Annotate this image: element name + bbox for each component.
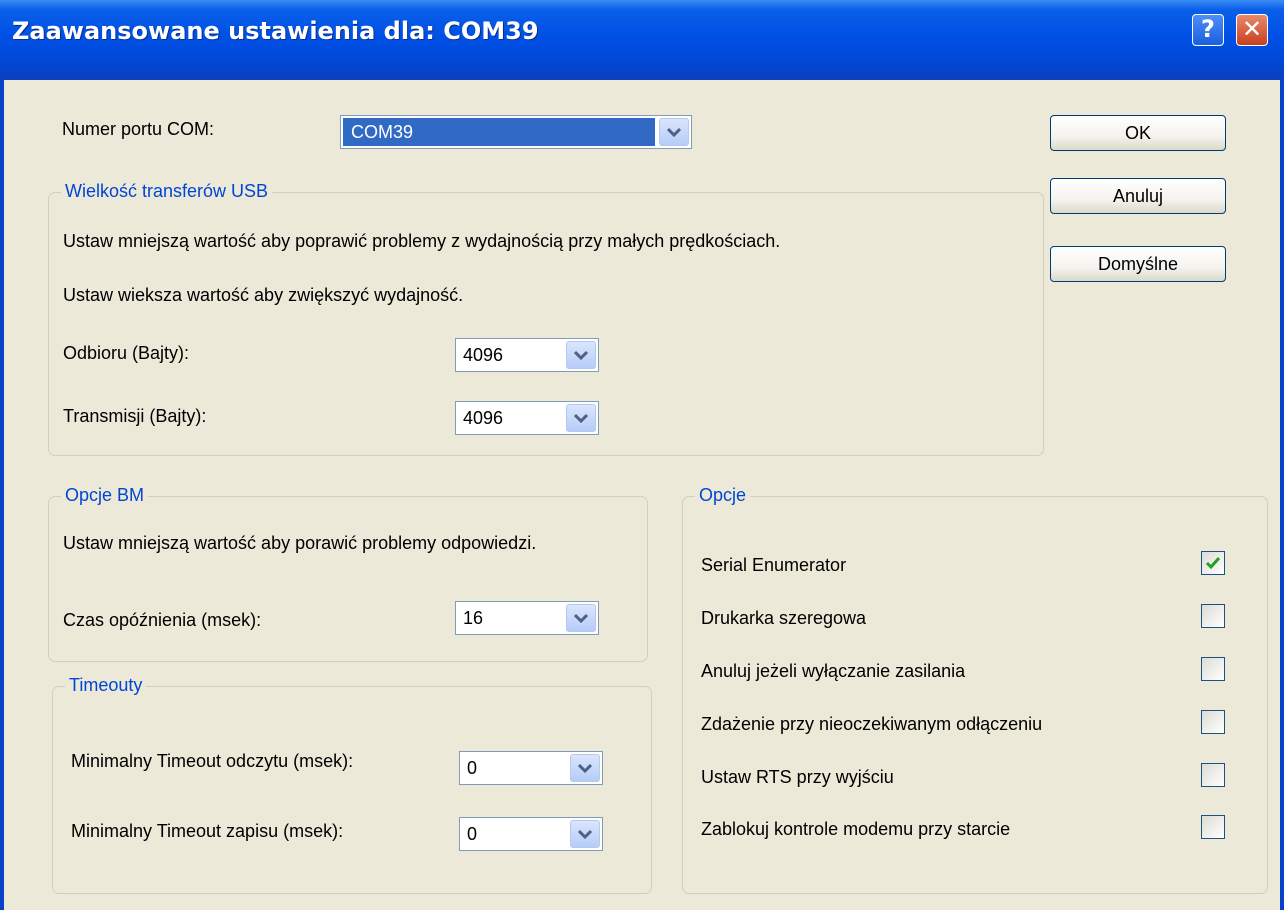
receive-bytes-value: 4096 xyxy=(463,345,504,365)
timeouts-group-title: Timeouty xyxy=(65,675,147,696)
receive-bytes-label: Odbioru (Bajty): xyxy=(63,343,190,363)
option-label-serial-enumerator: Serial Enumerator xyxy=(701,555,847,575)
read-timeout-select[interactable]: 0 xyxy=(459,751,603,785)
chevron-down-icon[interactable] xyxy=(570,754,600,782)
option-label-cancel-on-power-off: Anuluj jeżeli wyłączanie zasilania xyxy=(701,661,966,681)
read-timeout-value: 0 xyxy=(467,758,478,778)
write-timeout-select[interactable]: 0 xyxy=(459,817,603,851)
chevron-down-icon[interactable] xyxy=(659,118,689,146)
option-label-rts-on-close: Ustaw RTS przy wyjściu xyxy=(701,767,894,787)
options-group-title: Opcje xyxy=(695,485,751,506)
help-button[interactable]: ? xyxy=(1192,14,1224,46)
cancel-button[interactable]: Anuluj xyxy=(1050,178,1226,214)
close-button[interactable]: ✕ xyxy=(1236,14,1268,46)
latency-label: Czas opóźnienia (msek): xyxy=(63,610,262,630)
option-label-serial-printer: Drukarka szeregowa xyxy=(701,608,867,628)
chevron-down-icon[interactable] xyxy=(570,820,600,848)
title-bar[interactable]: Zaawansowane ustawienia dla: COM39 ? ✕ xyxy=(0,0,1284,80)
options-group: Opcje Serial Enumerator Drukarka szerego… xyxy=(682,485,1268,894)
latency-select[interactable]: 16 xyxy=(455,601,599,635)
timeouts-group: Timeouty Minimalny Timeout odczytu (msek… xyxy=(52,675,652,894)
latency-value: 16 xyxy=(463,608,484,628)
close-icon: ✕ xyxy=(1241,15,1263,43)
chevron-down-icon[interactable] xyxy=(566,604,596,632)
dialog-window: Zaawansowane ustawienia dla: COM39 ? ✕ N… xyxy=(0,0,1284,910)
usb-hint-larger: Ustaw wieksza wartość aby zwiększyć wyda… xyxy=(63,285,464,305)
receive-bytes-select[interactable]: 4096 xyxy=(455,338,599,372)
checkbox-surprise-removal[interactable] xyxy=(1201,710,1225,734)
com-port-value: COM39 xyxy=(343,118,655,146)
bm-options-group: Opcje BM Ustaw mniejszą wartość aby pora… xyxy=(48,485,648,662)
transmit-bytes-label: Transmisji (Bajty): xyxy=(63,406,207,426)
checkbox-cancel-on-power-off[interactable] xyxy=(1201,657,1225,681)
usb-group-title: Wielkość transferów USB xyxy=(61,181,273,202)
transmit-bytes-select[interactable]: 4096 xyxy=(455,401,599,435)
help-icon: ? xyxy=(1201,15,1215,43)
dialog-client-area: Numer portu COM: COM39 OK Anuluj Domyśln… xyxy=(4,80,1280,910)
checkbox-rts-on-close[interactable] xyxy=(1201,763,1225,787)
bm-hint: Ustaw mniejszą wartość aby porawić probl… xyxy=(63,533,537,553)
chevron-down-icon[interactable] xyxy=(566,341,596,369)
usb-hint-smaller: Ustaw mniejszą wartość aby poprawić prob… xyxy=(63,231,781,251)
write-timeout-label: Minimalny Timeout zapisu (msek): xyxy=(71,821,344,841)
checkmark-icon xyxy=(1205,557,1221,570)
checkbox-serial-enumerator[interactable] xyxy=(1201,551,1225,575)
write-timeout-value: 0 xyxy=(467,824,478,844)
com-port-label: Numer portu COM: xyxy=(62,119,215,139)
chevron-down-icon[interactable] xyxy=(566,404,596,432)
read-timeout-label: Minimalny Timeout odczytu (msek): xyxy=(71,751,354,771)
usb-transfer-group: Wielkość transferów USB Ustaw mniejszą w… xyxy=(48,181,1044,456)
com-port-select[interactable]: COM39 xyxy=(340,115,692,149)
checkbox-disable-modem-ctrl[interactable] xyxy=(1201,815,1225,839)
option-label-disable-modem-ctrl: Zablokuj kontrole modemu przy starcie xyxy=(701,819,1011,839)
defaults-button[interactable]: Domyślne xyxy=(1050,246,1226,282)
window-title: Zaawansowane ustawienia dla: COM39 xyxy=(12,17,539,45)
checkbox-serial-printer[interactable] xyxy=(1201,604,1225,628)
ok-button[interactable]: OK xyxy=(1050,115,1226,151)
bm-group-title: Opcje BM xyxy=(61,485,149,506)
option-label-surprise-removal: Zdażenie przy nieoczekiwanym odłączeniu xyxy=(701,714,1043,734)
transmit-bytes-value: 4096 xyxy=(463,408,504,428)
